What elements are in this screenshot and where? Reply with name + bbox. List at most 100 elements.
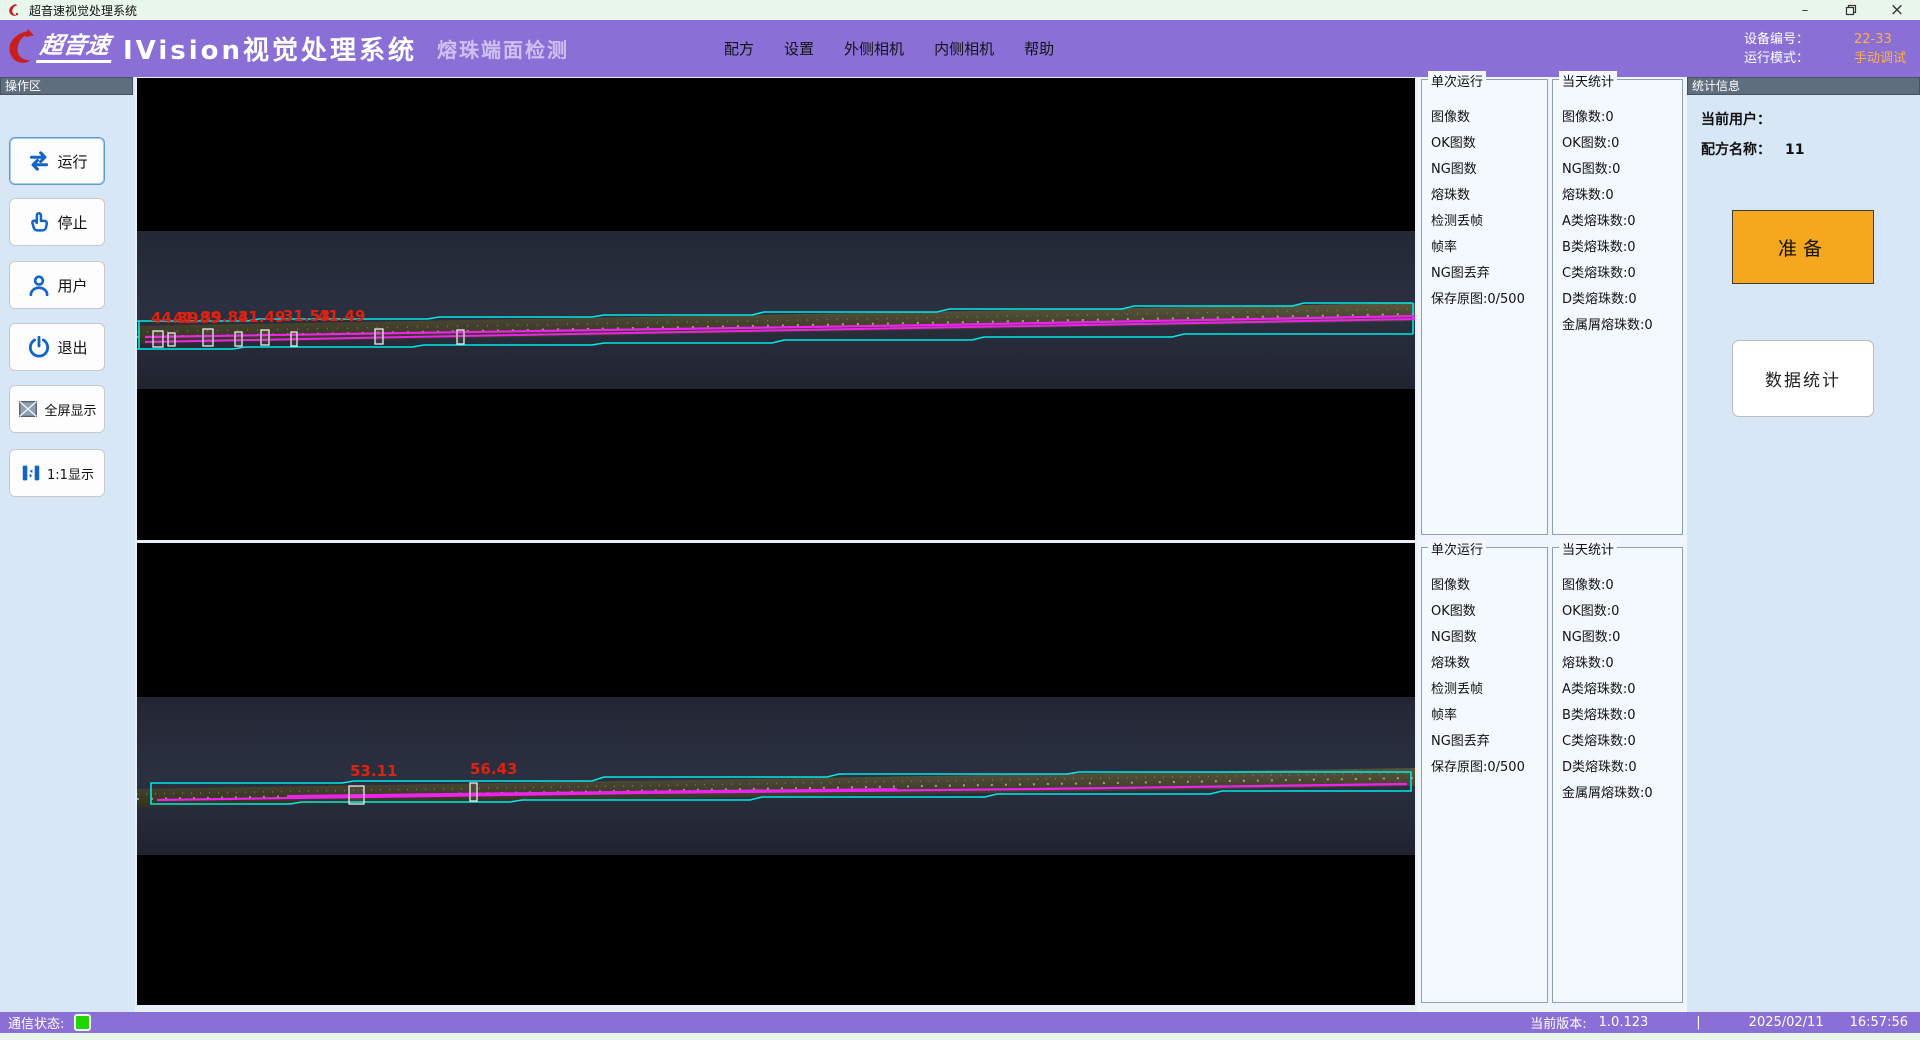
user-button[interactable]: 用户 bbox=[9, 261, 105, 309]
window-controls: – × bbox=[1782, 0, 1920, 20]
restore-button[interactable] bbox=[1828, 0, 1874, 20]
run-mode-label: 运行模式： bbox=[1744, 49, 1854, 68]
stat-item: 熔珠数 bbox=[1431, 652, 1547, 678]
single-run-list: 图像数OK图数NG图数熔珠数检测丢帧帧率NG图丢弃保存原图:0/500 bbox=[1422, 548, 1547, 782]
stat-item: NG图数:0 bbox=[1562, 626, 1682, 652]
one-to-one-display-button[interactable]: 1:1显示 bbox=[9, 449, 105, 497]
status-date: 2025/02/11 bbox=[1749, 1015, 1824, 1030]
minimize-button[interactable]: – bbox=[1782, 0, 1828, 20]
application-window: 超音速视觉处理系统 – × 超音速 IVision视觉处理系统 熔珠端面检测 配… bbox=[0, 0, 1920, 1040]
stat-item: 金属屑熔珠数:0 bbox=[1562, 314, 1682, 340]
stat-item: 图像数:0 bbox=[1562, 106, 1682, 132]
recipe-name-label: 配方名称： bbox=[1701, 142, 1771, 158]
window-title: 超音速视觉处理系统 bbox=[29, 2, 137, 19]
menu-recipe[interactable]: 配方 bbox=[724, 38, 754, 59]
stop-button-label: 停止 bbox=[57, 212, 87, 233]
current-user-label: 当前用户： bbox=[1701, 112, 1771, 128]
run-button[interactable]: 运行 bbox=[9, 137, 105, 185]
operation-sidebar: 操作区 运行 停止 用户 退出 全屏显示 1:1显示 bbox=[0, 77, 135, 1012]
comm-status-label: 通信状态: bbox=[8, 1013, 64, 1032]
user-button-label: 用户 bbox=[57, 275, 87, 296]
power-icon bbox=[26, 334, 52, 360]
data-statistics-button[interactable]: 数据统计 bbox=[1732, 340, 1874, 417]
status-separator: | bbox=[1696, 1015, 1700, 1030]
stat-item: 熔珠数 bbox=[1431, 184, 1547, 210]
menu-inner-camera[interactable]: 内侧相机 bbox=[934, 38, 994, 59]
operation-area-header: 操作区 bbox=[0, 77, 133, 95]
stat-item: D类熔珠数:0 bbox=[1562, 756, 1682, 782]
camera-view-bottom: 53.1156.43 bbox=[137, 543, 1415, 1005]
stat-item: 熔珠数:0 bbox=[1562, 184, 1682, 210]
run-mode-value: 手动调试 bbox=[1854, 49, 1906, 68]
stat-item: B类熔珠数:0 bbox=[1562, 236, 1682, 262]
one-to-one-icon bbox=[20, 462, 42, 484]
swap-arrows-icon bbox=[26, 148, 52, 174]
comm-status-indicator bbox=[74, 1014, 91, 1031]
stat-item: 图像数:0 bbox=[1562, 574, 1682, 600]
stat-item: NG图数 bbox=[1431, 626, 1547, 652]
daily-stats-list: 图像数:0OK图数:0NG图数:0熔珠数:0A类熔珠数:0B类熔珠数:0C类熔珠… bbox=[1553, 80, 1682, 340]
fullscreen-icon bbox=[17, 398, 39, 420]
close-button[interactable]: × bbox=[1874, 0, 1920, 20]
device-info: 设备编号：22-33 运行模式：手动调试 bbox=[1744, 30, 1906, 68]
stat-item: NG图数:0 bbox=[1562, 158, 1682, 184]
brand-swoosh-icon bbox=[4, 27, 38, 71]
stat-item: NG图数 bbox=[1431, 158, 1547, 184]
stat-item: 帧率 bbox=[1431, 236, 1547, 262]
fullscreen-display-button[interactable]: 全屏显示 bbox=[9, 385, 105, 433]
recipe-name-value: 11 bbox=[1785, 142, 1804, 158]
statistics-info-panel: 统计信息 当前用户： 配方名称： 11 准备 数据统计 bbox=[1687, 77, 1920, 1012]
stat-item: 检测丢帧 bbox=[1431, 210, 1547, 236]
daily-stats-title: 当天统计 bbox=[1559, 71, 1617, 90]
stat-item: A类熔珠数:0 bbox=[1562, 678, 1682, 704]
stop-button[interactable]: 停止 bbox=[9, 198, 105, 246]
stat-item: C类熔珠数:0 bbox=[1562, 262, 1682, 288]
measurement-label: 41.49 bbox=[238, 310, 285, 325]
app-subtitle: 熔珠端面检测 bbox=[437, 34, 569, 63]
status-bar: 通信状态: 当前版本: 1.0.123 | 2025/02/11 16:57:5… bbox=[0, 1012, 1920, 1033]
exit-button-label: 退出 bbox=[57, 337, 87, 358]
current-user-row: 当前用户： bbox=[1701, 109, 1920, 129]
title-bar: 超音速视觉处理系统 – × bbox=[0, 0, 1920, 20]
status-time: 16:57:56 bbox=[1850, 1015, 1908, 1030]
stat-item: A类熔珠数:0 bbox=[1562, 210, 1682, 236]
main-menu: 配方 设置 外侧相机 内侧相机 帮助 bbox=[724, 38, 1054, 59]
daily-stats-group-bottom: 当天统计 图像数:0OK图数:0NG图数:0熔珠数:0A类熔珠数:0B类熔珠数:… bbox=[1552, 547, 1683, 1003]
window-bottom-edge bbox=[0, 1033, 1920, 1040]
status-bar-right: 当前版本: 1.0.123 | 2025/02/11 16:57:56 bbox=[1530, 1013, 1908, 1032]
brand-logo-text: 超音速 bbox=[36, 34, 115, 63]
recipe-name-row: 配方名称： 11 bbox=[1701, 139, 1920, 159]
menu-outer-camera[interactable]: 外侧相机 bbox=[844, 38, 904, 59]
prepare-button[interactable]: 准备 bbox=[1732, 210, 1874, 284]
daily-stats-group-top: 当天统计 图像数:0OK图数:0NG图数:0熔珠数:0A类熔珠数:0B类熔珠数:… bbox=[1552, 79, 1683, 535]
single-run-group-top: 单次运行 图像数OK图数NG图数熔珠数检测丢帧帧率NG图丢弃保存原图:0/500 bbox=[1421, 79, 1548, 535]
measurement-label: 53.11 bbox=[350, 764, 397, 779]
stat-item: C类熔珠数:0 bbox=[1562, 730, 1682, 756]
single-run-group-bottom: 单次运行 图像数OK图数NG图数熔珠数检测丢帧帧率NG图丢弃保存原图:0/500 bbox=[1421, 547, 1548, 1003]
stat-item: 保存原图:0/500 bbox=[1431, 288, 1547, 314]
single-run-list: 图像数OK图数NG图数熔珠数检测丢帧帧率NG图丢弃保存原图:0/500 bbox=[1422, 80, 1547, 314]
stat-item: 帧率 bbox=[1431, 704, 1547, 730]
daily-stats-list: 图像数:0OK图数:0NG图数:0熔珠数:0A类熔珠数:0B类熔珠数:0C类熔珠… bbox=[1553, 548, 1682, 808]
menu-help[interactable]: 帮助 bbox=[1024, 38, 1054, 59]
statistics-info-header: 统计信息 bbox=[1687, 77, 1920, 95]
version-label: 当前版本: bbox=[1530, 1013, 1586, 1032]
stat-item: NG图丢弃 bbox=[1431, 730, 1547, 756]
fullscreen-button-label: 全屏显示 bbox=[44, 400, 96, 419]
exit-button[interactable]: 退出 bbox=[9, 323, 105, 371]
stat-item: 熔珠数:0 bbox=[1562, 652, 1682, 678]
single-run-title: 单次运行 bbox=[1428, 71, 1486, 90]
stat-item: 图像数 bbox=[1431, 106, 1547, 132]
hand-pointer-icon bbox=[26, 209, 52, 235]
stat-item: 图像数 bbox=[1431, 574, 1547, 600]
app-logo-icon bbox=[7, 3, 21, 17]
stat-item: OK图数 bbox=[1431, 600, 1547, 626]
app-title: IVision视觉处理系统 bbox=[123, 30, 417, 67]
menu-settings[interactable]: 设置 bbox=[784, 38, 814, 59]
stat-item: B类熔珠数:0 bbox=[1562, 704, 1682, 730]
one-to-one-button-label: 1:1显示 bbox=[47, 464, 94, 483]
stat-item: 保存原图:0/500 bbox=[1431, 756, 1547, 782]
camera-bottom-overlay bbox=[137, 543, 1415, 1005]
daily-stats-title: 当天统计 bbox=[1559, 539, 1617, 558]
single-run-title: 单次运行 bbox=[1428, 539, 1486, 558]
